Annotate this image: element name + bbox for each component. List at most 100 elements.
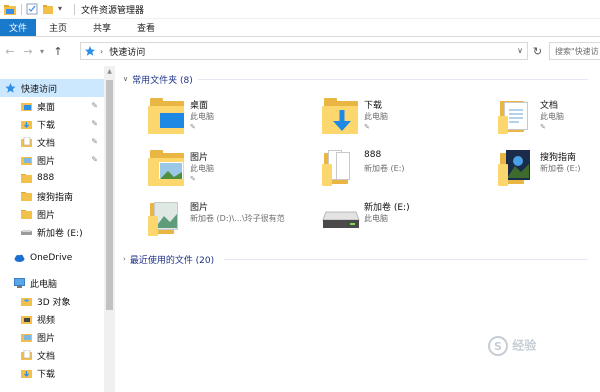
tab-file[interactable]: 文件: [0, 19, 37, 36]
sidebar-item-888[interactable]: 888: [0, 169, 104, 187]
pin-icon[interactable]: ✎: [91, 137, 98, 146]
folder-tile-downloads[interactable]: 下载 此电脑 ✎: [322, 96, 492, 140]
sidebar-item-label: 图片: [37, 156, 56, 167]
sidebar-item-label: 桌面: [37, 102, 56, 113]
sidebar-item-quick-access[interactable]: 快速访问: [0, 79, 104, 97]
pin-icon[interactable]: ✎: [190, 123, 196, 131]
ribbon-tabs: 文件 主页 共享 查看: [0, 19, 600, 37]
sidebar-item-3d-objects[interactable]: 3D 对象: [0, 292, 104, 310]
sidebar-item-label: OneDrive: [30, 253, 73, 263]
watermark-text: 经验: [512, 338, 537, 353]
pin-icon[interactable]: ✎: [364, 123, 370, 131]
sidebar-item-label: 下载: [37, 369, 56, 380]
star-icon: [5, 83, 16, 93]
breadcrumb[interactable]: 快速访问: [109, 45, 145, 58]
documents-folder-icon: [21, 349, 32, 360]
search-input[interactable]: 搜索"快速访: [549, 42, 600, 60]
folder-tile-pictures[interactable]: 图片 此电脑 ✎: [148, 148, 318, 192]
new-folder-icon[interactable]: [42, 3, 54, 15]
folder-tile-sogou-guide[interactable]: 搜狗指南 新加卷 (E:): [498, 148, 600, 192]
group-header: 常用文件夹 (8): [132, 75, 193, 86]
divider: [74, 3, 75, 15]
sidebar-item-label: 快速访问: [21, 84, 58, 95]
sidebar-item-label: 搜狗指南: [37, 192, 74, 203]
sidebar-item-drive-e[interactable]: 新加卷 (E:): [0, 223, 104, 241]
tile-location: 此电脑: [190, 112, 214, 121]
breadcrumb-chevron-icon[interactable]: ›: [100, 47, 103, 56]
back-arrow-icon[interactable]: ←: [2, 43, 18, 59]
tile-name: 888: [364, 150, 382, 160]
tile-name: 下载: [364, 101, 383, 111]
tile-location: 此电脑: [540, 112, 564, 121]
sidebar-item-desktop[interactable]: 桌面 ✎: [0, 97, 104, 115]
drive-icon: [21, 227, 32, 237]
sidebar-item-downloads-2[interactable]: 下载: [0, 364, 104, 382]
folder-tile-pictures-d[interactable]: 图片 新加卷 (D:)\...\玲子很有范: [148, 198, 318, 242]
nav-scrollbar[interactable]: ▲: [104, 66, 115, 392]
folder-icon: [498, 148, 536, 188]
group-header: 最近使用的文件 (20): [129, 255, 215, 266]
pin-icon[interactable]: ✎: [190, 175, 196, 183]
sidebar-item-label: 图片: [37, 333, 56, 344]
videos-folder-icon: [21, 314, 32, 324]
tab-share[interactable]: 共享: [80, 19, 124, 36]
watermark: S 经验: [488, 336, 578, 364]
tile-name: 新加卷 (E:): [364, 203, 410, 213]
tile-location: 新加卷 (D:)\...\玲子很有范: [190, 214, 285, 223]
chevron-down-icon[interactable]: ∨: [517, 46, 523, 55]
drive-tile-e[interactable]: 新加卷 (E:) 此电脑: [322, 198, 492, 242]
folder-tile-888[interactable]: 888 新加卷 (E:): [322, 148, 492, 192]
window-title: 文件资源管理器: [81, 5, 145, 16]
desktop-folder-icon: [21, 101, 32, 111]
sidebar-item-this-pc[interactable]: 此电脑: [0, 274, 104, 292]
scroll-thumb[interactable]: [106, 80, 113, 310]
tile-name: 文档: [540, 101, 559, 111]
chevron-right-icon[interactable]: ›: [123, 255, 126, 263]
tile-name: 图片: [190, 153, 209, 163]
group-frequent-folders[interactable]: ∨ 常用文件夹 (8): [116, 71, 596, 87]
tab-home[interactable]: 主页: [36, 19, 80, 36]
sidebar-item-downloads[interactable]: 下载 ✎: [0, 115, 104, 133]
properties-icon[interactable]: [26, 3, 38, 15]
sidebar-item-label: 图片: [37, 210, 56, 221]
tile-name: 图片: [190, 203, 209, 213]
group-recent-files[interactable]: › 最近使用的文件 (20): [116, 251, 596, 267]
address-bar[interactable]: › 快速访问 ∨: [80, 42, 528, 60]
sidebar-item-pictures[interactable]: 图片 ✎: [0, 151, 104, 169]
sidebar-item-pictures-2[interactable]: 图片: [0, 205, 104, 223]
explorer-folder-icon[interactable]: [3, 3, 17, 16]
documents-folder-icon: [498, 96, 536, 136]
chevron-down-icon[interactable]: ∨: [123, 75, 128, 83]
pin-icon[interactable]: ✎: [540, 123, 546, 131]
sidebar-item-documents-2[interactable]: 文档: [0, 346, 104, 364]
pin-icon[interactable]: ✎: [91, 155, 98, 164]
scroll-up-icon[interactable]: ▲: [104, 66, 115, 78]
pin-icon[interactable]: ✎: [91, 119, 98, 128]
sidebar-item-pictures-3[interactable]: 图片: [0, 328, 104, 346]
sidebar-item-label: 新加卷 (E:): [37, 228, 83, 239]
refresh-icon[interactable]: ↻: [530, 42, 545, 60]
download-folder-icon: [322, 96, 360, 136]
documents-folder-icon: [21, 136, 32, 147]
sidebar-item-sogou-guide[interactable]: 搜狗指南: [0, 187, 104, 205]
tile-location: 新加卷 (E:): [540, 164, 581, 173]
tab-view[interactable]: 查看: [124, 19, 168, 36]
pin-icon[interactable]: ✎: [91, 101, 98, 110]
folder-tile-desktop[interactable]: 桌面 此电脑 ✎: [148, 96, 318, 140]
forward-arrow-icon[interactable]: →: [20, 43, 36, 59]
download-folder-icon: [21, 368, 32, 378]
tile-location: 此电脑: [190, 164, 214, 173]
recent-locations-icon[interactable]: ▾: [38, 43, 46, 59]
folder-icon: [21, 209, 32, 219]
folder-icon: [322, 148, 360, 188]
divider: [224, 259, 588, 260]
customize-dropdown-icon[interactable]: ▾: [58, 3, 66, 15]
sidebar-item-onedrive[interactable]: OneDrive: [0, 249, 104, 267]
sidebar-item-label: 视频: [37, 315, 56, 326]
sidebar-item-videos[interactable]: 视频: [0, 310, 104, 328]
navigation-pane: 快速访问 桌面 ✎ 下载 ✎ 文档 ✎ 图片 ✎ 888 搜狗指南 图片 新加卷…: [0, 66, 115, 392]
up-arrow-icon[interactable]: ↑: [50, 43, 66, 59]
folder-tile-documents[interactable]: 文档 此电脑 ✎: [498, 96, 600, 140]
desktop-folder-icon: [148, 96, 186, 136]
sidebar-item-documents[interactable]: 文档 ✎: [0, 133, 104, 151]
